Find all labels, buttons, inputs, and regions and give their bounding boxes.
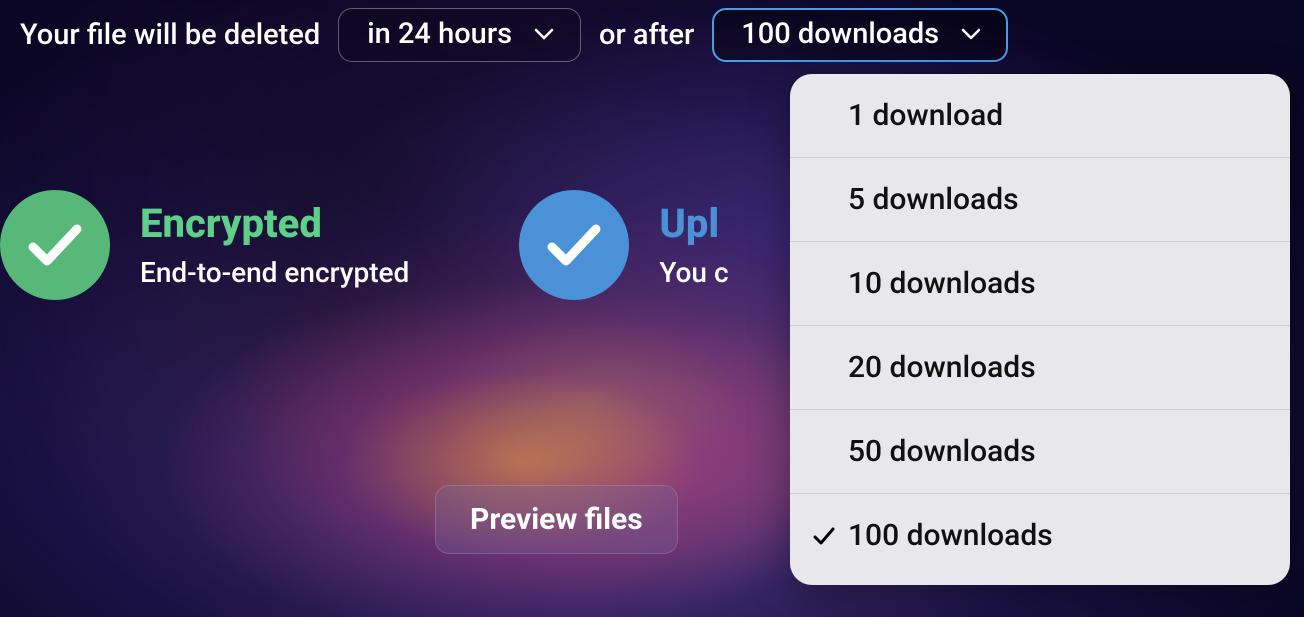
downloads-option-label: 5 downloads — [812, 182, 1268, 217]
feature-text: Encrypted End-to-end encrypted — [140, 202, 409, 289]
downloads-option[interactable]: 5 downloads — [790, 158, 1290, 242]
preview-files-button[interactable]: Preview files — [435, 485, 678, 554]
downloads-option-label: 1 download — [812, 98, 1268, 133]
check-icon — [0, 190, 110, 300]
downloads-option-label: 50 downloads — [812, 434, 1268, 469]
checkmark-icon — [812, 526, 848, 546]
downloads-option[interactable]: 1 download — [790, 74, 1290, 158]
feature-title: Encrypted — [140, 202, 409, 246]
downloads-option-label: 10 downloads — [812, 266, 1268, 301]
time-dropdown-value: in 24 hours — [367, 17, 512, 51]
downloads-option[interactable]: 50 downloads — [790, 410, 1290, 494]
feature-title: Upl — [659, 202, 728, 246]
feature-encrypted: Encrypted End-to-end encrypted — [0, 190, 409, 300]
downloads-dropdown[interactable]: 100 downloads — [712, 8, 1008, 62]
downloads-dropdown-menu: 1 download 5 downloads 10 downloads 20 down… — [790, 74, 1290, 585]
deletion-settings-row: Your file will be deleted in 24 hours or… — [20, 8, 1008, 62]
chevron-down-icon — [534, 28, 554, 40]
downloads-option[interactable]: 20 downloads — [790, 326, 1290, 410]
features-row: Encrypted End-to-end encrypted Upl You c — [0, 190, 729, 300]
feature-text: Upl You c — [659, 202, 728, 289]
feature-subtitle: End-to-end encrypted — [140, 256, 409, 289]
time-dropdown[interactable]: in 24 hours — [338, 8, 581, 62]
deletion-prefix-text: Your file will be deleted — [20, 18, 320, 52]
downloads-option[interactable]: 100 downloads — [790, 494, 1290, 577]
feature-subtitle: You c — [659, 256, 728, 289]
downloads-dropdown-value: 100 downloads — [741, 17, 939, 51]
chevron-down-icon — [961, 28, 981, 40]
check-icon — [519, 190, 629, 300]
downloads-option[interactable]: 10 downloads — [790, 242, 1290, 326]
downloads-option-label: 100 downloads — [848, 518, 1268, 553]
deletion-conjunction-text: or after — [599, 18, 694, 52]
feature-uploaded: Upl You c — [519, 190, 728, 300]
downloads-option-label: 20 downloads — [812, 350, 1268, 385]
